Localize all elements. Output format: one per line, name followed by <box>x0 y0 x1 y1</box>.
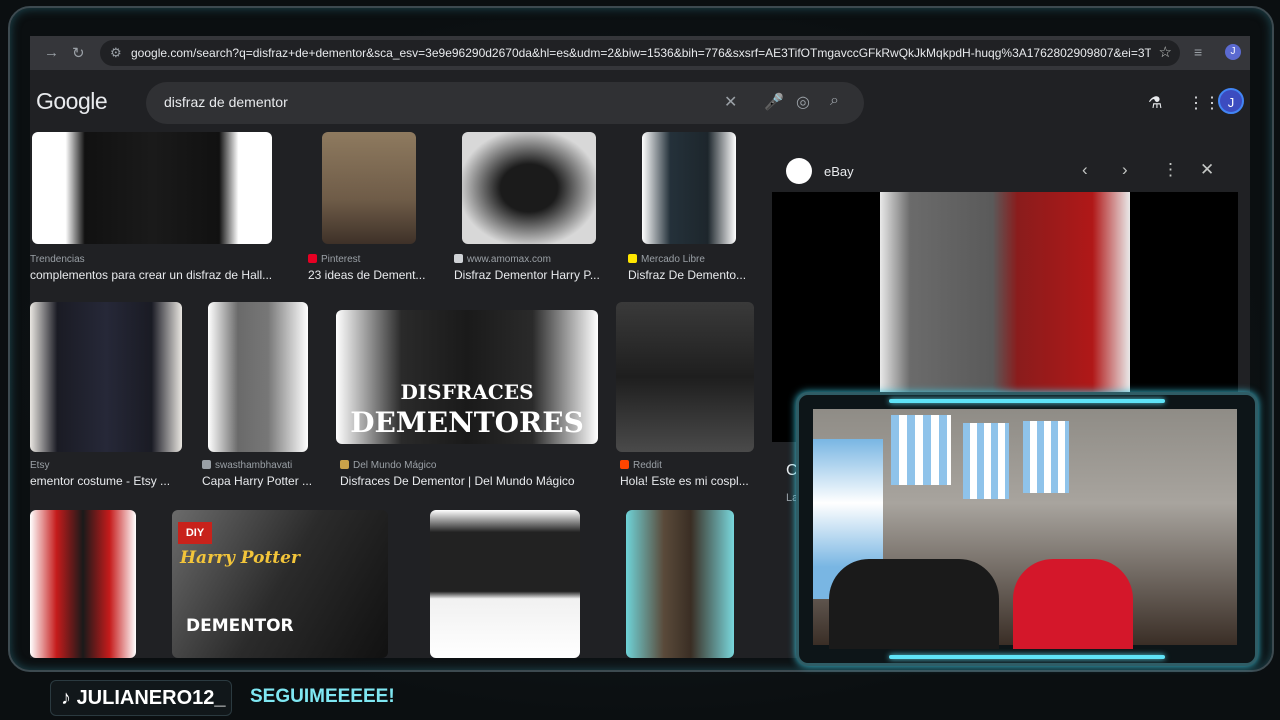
result-source-2: Pinterest <box>308 254 360 265</box>
webcam-top-accent <box>889 399 1165 403</box>
pinterest-icon <box>308 254 317 263</box>
forward-icon[interactable]: → <box>44 44 59 61</box>
search-box[interactable]: disfraz de dementor ✕ 🎤 ◎ ⌕ <box>146 82 864 124</box>
reload-icon[interactable]: ↻ <box>72 44 85 62</box>
more-options-icon[interactable]: ⋮ <box>1162 160 1179 180</box>
result-title-1[interactable]: complementos para crear un disfraz de Ha… <box>30 268 290 282</box>
channel-handle: JULIANERO12_ <box>76 687 226 709</box>
labs-flask-icon[interactable]: ⚗ <box>1148 93 1162 113</box>
microphone-icon[interactable]: 🎤 <box>764 92 784 112</box>
person-left <box>829 559 999 649</box>
site-favicon <box>340 460 349 469</box>
result-title-7[interactable]: Disfraces De Dementor | Del Mundo Mágico <box>340 474 600 488</box>
result-image-10[interactable]: DIY Harry Potter DEMENTOR <box>172 510 388 658</box>
google-logo[interactable]: Google <box>36 88 108 115</box>
site-favicon <box>202 460 211 469</box>
result-image-2[interactable] <box>322 132 416 244</box>
webcam-feed <box>813 409 1237 649</box>
webcam-bottom-accent <box>889 655 1165 659</box>
result-title-5[interactable]: ementor costume - Etsy ... <box>30 474 180 488</box>
result-source-5: Etsy <box>30 460 50 471</box>
reddit-icon <box>620 460 629 469</box>
result-title-8[interactable]: Hola! Este es mi cospl... <box>620 474 760 488</box>
thumb-text-diy: DIY <box>178 522 212 544</box>
jersey-2 <box>963 423 1009 499</box>
webcam-overlay <box>796 392 1258 666</box>
result-image-5[interactable] <box>30 302 182 452</box>
result-title-2[interactable]: 23 ideas de Dement... <box>308 268 438 282</box>
media-control-icon[interactable]: ≡ <box>1194 44 1202 60</box>
thumb-text-dementor: DEMENTOR <box>186 616 294 636</box>
stream-frame: → ↻ ⚙ google.com/search?q=disfraz+de+dem… <box>0 0 1280 720</box>
result-image-12[interactable] <box>626 510 734 658</box>
result-image-11[interactable] <box>430 510 580 658</box>
result-image-9[interactable] <box>30 510 136 658</box>
thumb-text-disfraces: DISFRACES <box>400 380 534 404</box>
result-image-6[interactable] <box>208 302 308 452</box>
result-source-1: Trendencias <box>30 254 85 265</box>
mercadolibre-icon <box>628 254 637 263</box>
result-title-4[interactable]: Disfraz De Demento... <box>628 268 758 282</box>
ebay-icon <box>786 158 812 184</box>
result-image-7[interactable]: DISFRACES DEMENTORES <box>336 310 598 444</box>
account-avatar[interactable]: J <box>1218 88 1244 114</box>
jersey-1 <box>891 415 951 485</box>
result-source-6: swasthambhavati <box>202 460 292 471</box>
channel-badge: ♪ JULIANERO12_ <box>50 680 232 716</box>
thumb-text-dementores: DEMENTORES <box>350 406 584 439</box>
address-url[interactable]: google.com/search?q=disfraz+de+dementor&… <box>131 46 1151 60</box>
address-bar[interactable]: ⚙ google.com/search?q=disfraz+de+demento… <box>100 40 1180 66</box>
search-icon[interactable]: ⌕ <box>830 92 839 110</box>
channel-name: ♪ JULIANERO12_ <box>61 687 226 709</box>
result-image-4[interactable] <box>642 132 736 244</box>
next-icon[interactable]: › <box>1122 160 1128 180</box>
panel-source[interactable]: eBay <box>824 164 854 179</box>
thumb-text-harry-potter: Harry Potter <box>180 548 300 568</box>
result-title-6[interactable]: Capa Harry Potter ... <box>202 474 322 488</box>
result-title-3[interactable]: Disfraz Dementor Harry P... <box>454 268 614 282</box>
clear-icon[interactable]: ✕ <box>724 92 737 112</box>
jersey-3 <box>1023 421 1069 493</box>
site-info-icon[interactable]: ⚙ <box>110 45 122 61</box>
apps-grid-icon[interactable]: ⋮⋮ <box>1188 93 1220 113</box>
site-favicon <box>454 254 463 263</box>
follow-callout: SEGUIMEEEEE! <box>250 686 395 707</box>
result-image-8[interactable] <box>616 302 754 452</box>
result-source-3: www.amomax.com <box>454 254 551 265</box>
search-input[interactable]: disfraz de dementor <box>164 94 288 110</box>
close-icon[interactable]: ✕ <box>1200 160 1214 180</box>
result-source-4: Mercado Libre <box>628 254 705 265</box>
browser-profile-icon[interactable]: J <box>1225 44 1241 60</box>
person-right <box>1013 559 1133 649</box>
result-image-1[interactable] <box>32 132 272 244</box>
bookmark-star-icon[interactable]: ☆ <box>1159 43 1172 61</box>
result-source-8: Reddit <box>620 460 662 471</box>
url-bar: → ↻ ⚙ google.com/search?q=disfraz+de+dem… <box>30 36 1250 70</box>
result-source-7: Del Mundo Mágico <box>340 460 436 471</box>
result-image-3[interactable] <box>462 132 596 244</box>
lens-icon[interactable]: ◎ <box>796 92 810 112</box>
prev-icon[interactable]: ‹ <box>1082 160 1088 180</box>
